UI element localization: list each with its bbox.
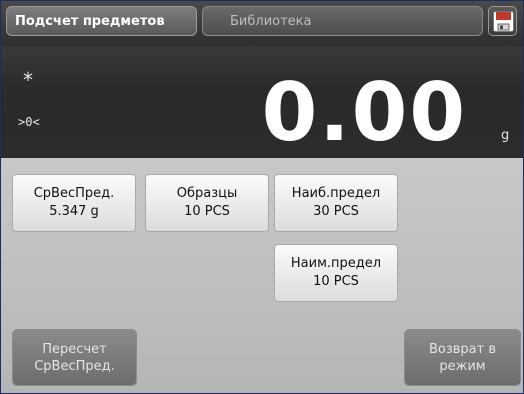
apw-button[interactable]: СрВесПред. 5.347 g [12, 174, 136, 232]
tab-library-label: Библиотека [230, 13, 312, 29]
samples-label: Образцы [176, 186, 238, 201]
tab-library[interactable]: Библиотека [202, 6, 483, 36]
weight-display: * >0< 0.00 g [1, 46, 523, 158]
recalculate-apw-label-line2: СрВесПред. [34, 358, 115, 374]
samples-button[interactable]: Образцы 10 PCS [145, 174, 269, 232]
min-limit-value: 10 PCS [313, 274, 359, 289]
max-limit-value: 30 PCS [313, 204, 359, 219]
tab-parts-counting[interactable]: Подсчет предметов [6, 6, 197, 36]
return-to-mode-button[interactable]: Возврат в режим [404, 329, 521, 386]
max-limit-label: Наиб.предел [291, 186, 381, 201]
return-to-mode-label-line1: Возврат в [428, 341, 497, 357]
scale-screen: Подсчет предметов Библиотека * >0< 0.00 … [0, 0, 524, 394]
apw-value: 5.347 g [49, 204, 99, 219]
save-icon [493, 11, 514, 32]
weight-value: 0.00 [261, 66, 467, 159]
recalculate-apw-label-line1: Пересчет [42, 341, 107, 357]
recalculate-apw-button[interactable]: Пересчет СрВесПред. [12, 329, 137, 386]
return-to-mode-label-line2: режим [439, 358, 486, 374]
tab-parts-counting-label: Подсчет предметов [15, 13, 165, 29]
save-button[interactable] [488, 6, 517, 36]
stability-indicator: * [23, 68, 33, 92]
center-of-zero-indicator: >0< [18, 115, 40, 129]
max-limit-button[interactable]: Наиб.предел 30 PCS [274, 174, 398, 232]
min-limit-label: Наим.предел [290, 256, 382, 271]
samples-value: 10 PCS [184, 204, 230, 219]
weight-unit: g [501, 128, 510, 143]
header-bar: Подсчет предметов Библиотека [1, 1, 523, 46]
apw-label: СрВесПред. [33, 186, 115, 201]
min-limit-button[interactable]: Наим.предел 10 PCS [274, 244, 398, 302]
